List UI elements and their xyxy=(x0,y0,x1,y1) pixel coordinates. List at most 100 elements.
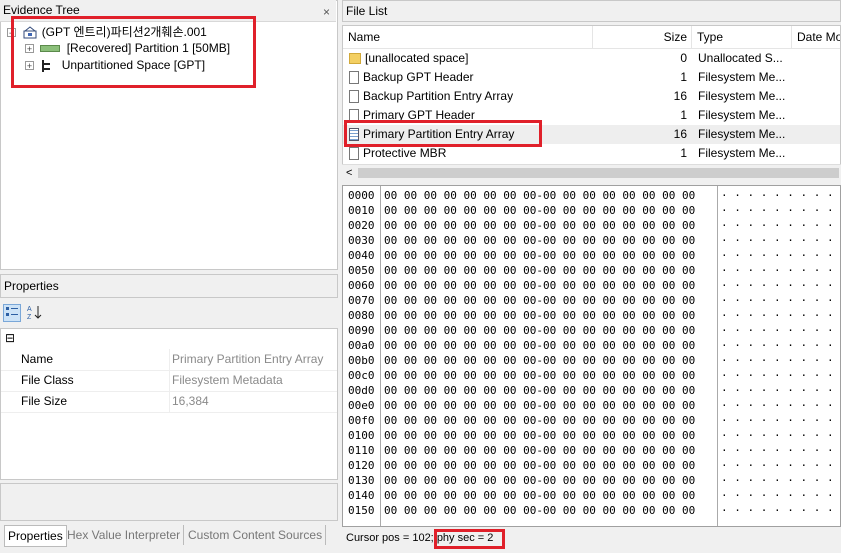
collapse-section-icon[interactable]: ⊟ xyxy=(5,331,15,345)
file-list-table: Name Size Type Date Mo [unallocated spac… xyxy=(342,25,841,180)
tree-connector xyxy=(12,35,13,65)
hex-ascii: · · · · · · · · · · · · · · · · xyxy=(721,369,834,382)
hex-ascii: · · · · · · · · · · · · · · · · xyxy=(721,429,834,442)
column-header-date-modified[interactable]: Date Mo xyxy=(792,26,840,48)
expand-icon[interactable]: + xyxy=(25,61,34,71)
tab-custom-content-sources[interactable]: Custom Content Sources xyxy=(185,525,327,545)
hex-offset: 0120 xyxy=(348,459,375,472)
hex-bytes: 00 00 00 00 00 00 00 00-00 00 00 00 00 0… xyxy=(384,414,696,427)
file-name-cell: Protective MBR xyxy=(343,144,593,163)
hex-ascii: · · · · · · · · · · · · · · · · xyxy=(721,354,834,367)
file-list-row[interactable]: Primary Partition Entry Array 16 Filesyste… xyxy=(343,125,840,144)
tree-item-root-label: (GPT 엔트리)파티션2개훼손.001 xyxy=(41,25,207,39)
hex-bytes: 00 00 00 00 00 00 00 00-00 00 00 00 00 0… xyxy=(384,474,696,487)
expand-icon[interactable]: + xyxy=(25,44,34,54)
hex-offset: 0070 xyxy=(348,294,375,307)
file-size: 16 xyxy=(673,89,687,103)
column-header-type[interactable]: Type xyxy=(692,26,792,48)
file-list-title-text: File List xyxy=(346,4,388,18)
hex-offset: 0050 xyxy=(348,264,375,277)
hex-bytes: 00 00 00 00 00 00 00 00-00 00 00 00 00 0… xyxy=(384,399,696,412)
hex-offset: 0150 xyxy=(348,504,375,517)
hex-ascii: · · · · · · · · · · · · · · · · xyxy=(721,399,834,412)
column-header-name[interactable]: Name xyxy=(343,26,593,48)
file-name: Protective MBR xyxy=(363,146,447,160)
hex-ascii: · · · · · · · · · · · · · · · · xyxy=(721,189,834,202)
bottom-tabs: Properties Hex Value Interpreter Custom … xyxy=(0,523,338,553)
file-list-title: File List xyxy=(342,0,841,22)
hex-ascii: · · · · · · · · · · · · · · · · xyxy=(721,309,834,322)
close-icon[interactable]: × xyxy=(323,2,330,21)
hex-offset: 0060 xyxy=(348,279,375,292)
svg-text:Z: Z xyxy=(27,314,32,320)
file-type: Filesystem Me... xyxy=(698,146,786,160)
hex-ascii: · · · · · · · · · · · · · · · · xyxy=(721,294,834,307)
property-row-file-class[interactable]: File Class Filesystem Metadata xyxy=(1,370,337,392)
grid-file-icon xyxy=(349,128,359,142)
hex-offset: 00d0 xyxy=(348,384,375,397)
file-name-cell: Backup GPT Header xyxy=(343,68,593,87)
property-name: File Size xyxy=(21,394,68,408)
hex-bytes: 00 00 00 00 00 00 00 00-00 00 00 00 00 0… xyxy=(384,429,696,442)
file-size: 16 xyxy=(673,127,687,141)
hex-bytes: 00 00 00 00 00 00 00 00-00 00 00 00 00 0… xyxy=(384,189,696,202)
file-list-horizontal-scrollbar[interactable]: < xyxy=(342,164,841,181)
categorized-icon[interactable] xyxy=(3,304,21,322)
hex-offset: 0100 xyxy=(348,429,375,442)
tab-hex-value-interpreter[interactable]: Hex Value Interpreter xyxy=(64,525,185,545)
hex-ascii: · · · · · · · · · · · · · · · · xyxy=(721,459,834,472)
file-size: 1 xyxy=(680,70,687,84)
file-list-row[interactable]: [unallocated space] 0 Unallocated S... xyxy=(343,49,840,68)
file-size: 0 xyxy=(680,51,687,65)
tree-item-partition-1[interactable]: + [Recovered] Partition 1 [50MB] xyxy=(25,40,230,56)
status-bar: Cursor pos = 102; phy sec = 2 xyxy=(342,528,841,553)
property-name: File Class xyxy=(21,373,74,387)
hex-offset: 0090 xyxy=(348,324,375,337)
property-row-file-size[interactable]: File Size 16,384 xyxy=(1,391,337,413)
evidence-tree-title-text: Evidence Tree xyxy=(3,3,80,17)
hex-bytes: 00 00 00 00 00 00 00 00-00 00 00 00 00 0… xyxy=(384,204,696,217)
hex-offset: 0000 xyxy=(348,189,375,202)
file-type: Filesystem Me... xyxy=(698,127,786,141)
file-type: Filesystem Me... xyxy=(698,70,786,84)
hex-bytes: 00 00 00 00 00 00 00 00-00 00 00 00 00 0… xyxy=(384,309,696,322)
file-name-cell: Backup Partition Entry Array xyxy=(343,87,593,106)
hex-bytes: 00 00 00 00 00 00 00 00-00 00 00 00 00 0… xyxy=(384,504,696,517)
property-row-name[interactable]: Name Primary Partition Entry Array xyxy=(1,349,337,371)
hex-bytes: 00 00 00 00 00 00 00 00-00 00 00 00 00 0… xyxy=(384,339,696,352)
hex-offset: 00e0 xyxy=(348,399,375,412)
column-header-size[interactable]: Size xyxy=(593,26,692,48)
hex-bytes: 00 00 00 00 00 00 00 00-00 00 00 00 00 0… xyxy=(384,369,696,382)
file-icon xyxy=(349,109,359,123)
file-list-row[interactable]: Protective MBR 1 Filesystem Me... xyxy=(343,144,840,163)
hex-bytes: 00 00 00 00 00 00 00 00-00 00 00 00 00 0… xyxy=(384,294,696,307)
hex-ascii: · · · · · · · · · · · · · · · · xyxy=(721,474,834,487)
file-size: 1 xyxy=(680,108,687,122)
hex-offset: 0140 xyxy=(348,489,375,502)
file-list-row[interactable]: Backup Partition Entry Array 16 Filesystem… xyxy=(343,87,840,106)
hex-bytes: 00 00 00 00 00 00 00 00-00 00 00 00 00 0… xyxy=(384,219,696,232)
hex-ascii: · · · · · · · · · · · · · · · · xyxy=(721,444,834,457)
hex-ascii: · · · · · · · · · · · · · · · · xyxy=(721,204,834,217)
scrollbar-thumb[interactable] xyxy=(358,168,839,178)
file-list-row[interactable]: Backup GPT Header 1 Filesystem Me... xyxy=(343,68,840,87)
evidence-tree-title: Evidence Tree × xyxy=(0,0,336,22)
sort-alphabetical-icon[interactable]: AZ xyxy=(25,304,43,322)
tree-item-unpartitioned-label: Unpartitioned Space [GPT] xyxy=(61,58,206,72)
tab-properties[interactable]: Properties xyxy=(4,525,67,547)
tree-item-root[interactable]: − (GPT 엔트리)파티션2개훼손.001 xyxy=(7,24,207,40)
hex-bytes: 00 00 00 00 00 00 00 00-00 00 00 00 00 0… xyxy=(384,459,696,472)
hex-view[interactable]: 0000 00 00 00 00 00 00 00 00-00 00 00 00 … xyxy=(342,185,841,527)
properties-grid: ⊟ Name Primary Partition Entry Array Fil… xyxy=(0,328,338,480)
property-value: Filesystem Metadata xyxy=(172,373,283,387)
tree-item-unpartitioned[interactable]: + Unpartitioned Space [GPT] xyxy=(25,57,205,73)
hex-offset: 0130 xyxy=(348,474,375,487)
scroll-left-icon[interactable]: < xyxy=(346,165,352,181)
file-list-row[interactable]: Primary GPT Header 1 Filesystem Me... xyxy=(343,106,840,125)
folder-icon xyxy=(349,53,361,65)
hex-offset: 00a0 xyxy=(348,339,375,352)
property-value: 16,384 xyxy=(172,394,209,408)
hex-offset: 0110 xyxy=(348,444,375,457)
file-size: 1 xyxy=(680,146,687,160)
cursor-position-text: Cursor pos = 102; xyxy=(346,532,437,544)
